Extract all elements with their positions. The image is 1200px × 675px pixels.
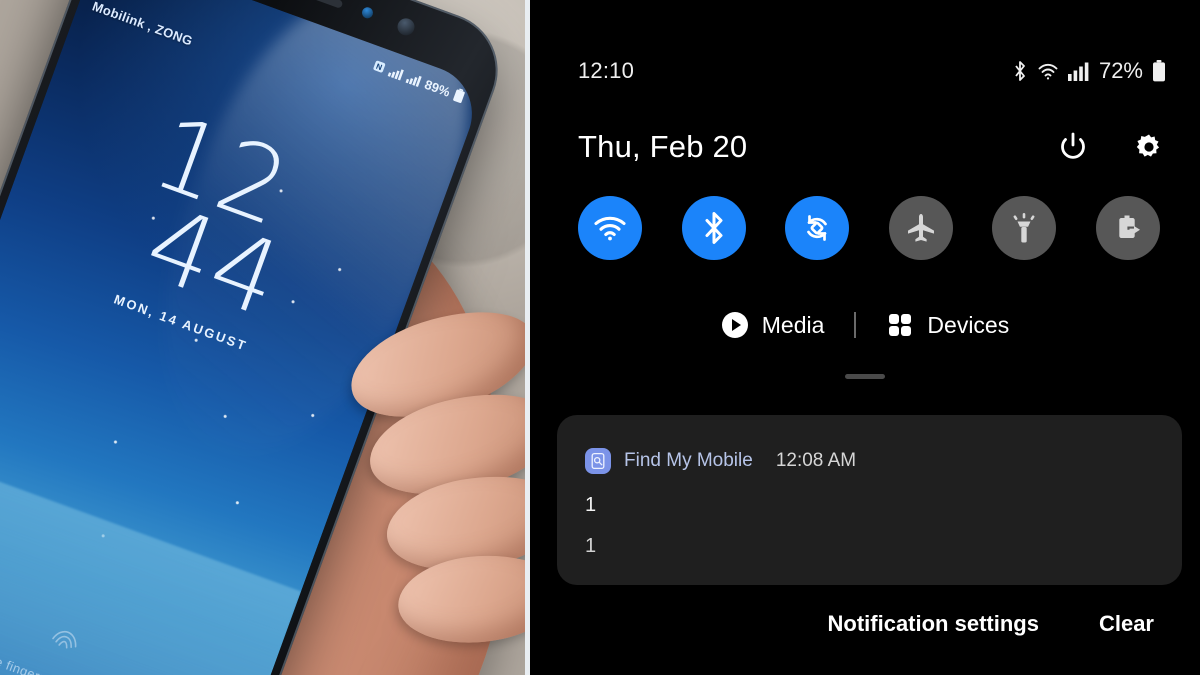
toggle-power-sharing[interactable] [1095,196,1160,260]
quick-settings-toggles [578,196,1160,260]
signal-bars-icon [1067,61,1090,81]
status-bar-battery-percent: 72% [1098,58,1143,83]
notification-title: 1 [585,494,597,516]
status-bar: 12:10 72% [578,58,1166,84]
notification-body: 1 [585,535,597,557]
signal-bars-icon [387,65,405,81]
status-bar-icons: 72% [1012,58,1166,84]
phone-photo-panel: N 89% Mobilink , ZONG 12 44 MON, 14 AUGU… [0,0,525,675]
toggle-airplane-mode[interactable] [888,196,953,260]
media-label: Media [761,311,825,338]
toggle-auto-rotate[interactable] [785,196,850,260]
notification-settings-button[interactable]: Notification settings [828,611,1039,637]
clear-button[interactable]: Clear [1099,611,1154,637]
power-icon[interactable] [1056,130,1090,164]
media-devices-row: Media Devices [530,305,1200,345]
signal-bars-2-icon [405,71,422,88]
date-bar: Thu, Feb 20 [578,122,1166,172]
shade-footer: Notification settings Clear [530,600,1200,648]
shade-date: Thu, Feb 20 [578,129,748,164]
notification-app-name: Find My Mobile [624,450,753,471]
notification-card[interactable]: Find My Mobile 12:08 AM 1 1 [557,415,1182,585]
shade-drag-handle[interactable] [845,374,885,379]
devices-label: Devices [927,311,1010,338]
notification-shade: 12:10 72% Thu, Feb 20 Media Devices Find… [530,0,1200,675]
gear-icon[interactable] [1132,130,1166,164]
front-camera [395,15,417,38]
toggle-bluetooth[interactable] [681,196,746,260]
wifi-icon [1037,61,1059,81]
grid-dots-icon [886,311,914,339]
media-button[interactable]: Media [691,311,855,339]
devices-button[interactable]: Devices [856,311,1039,339]
bluetooth-icon [1012,60,1028,82]
notification-time: 12:08 AM [775,450,857,471]
phone-battery-percent: 89% [422,76,453,100]
iris-sensor [360,5,375,20]
find-my-mobile-icon [585,448,611,474]
nfc-icon: N [372,59,387,74]
split-comparison-image: N 89% Mobilink , ZONG 12 44 MON, 14 AUGU… [0,0,1200,675]
toggle-wifi[interactable] [578,196,642,260]
notification-header: Find My Mobile 12:08 AM [585,448,856,474]
date-bar-actions [1056,130,1166,164]
toggle-flashlight[interactable] [992,196,1057,260]
battery-icon [1152,60,1166,82]
status-bar-time: 12:10 [578,58,635,83]
play-circle-icon [721,311,749,339]
